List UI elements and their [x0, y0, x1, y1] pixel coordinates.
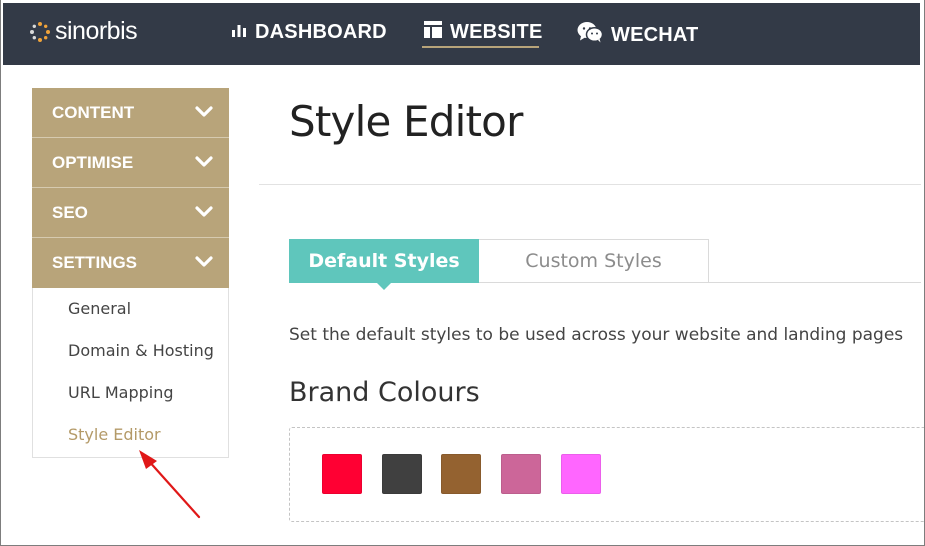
- nav-website-label: WEBSITE: [450, 21, 543, 43]
- sinorbis-logo-icon: [30, 21, 50, 42]
- tab-default-styles[interactable]: Default Styles: [289, 239, 479, 283]
- nav-wechat-label: WECHAT: [611, 23, 699, 46]
- sidebar-section-label: SEO: [52, 202, 88, 222]
- page-title: Style Editor: [289, 97, 523, 146]
- sidebar-item-url-mapping[interactable]: URL Mapping: [33, 380, 228, 422]
- settings-submenu: General Domain & Hosting URL Mapping Sty…: [32, 288, 229, 458]
- tab-custom-styles[interactable]: Custom Styles: [479, 239, 709, 282]
- logo[interactable]: sinorbis: [29, 17, 138, 46]
- nav-active-underline: [422, 46, 539, 48]
- title-divider: [259, 184, 921, 185]
- nav-wechat[interactable]: WECHAT: [577, 21, 698, 49]
- layout-icon: [424, 21, 442, 44]
- chevron-down-icon: [195, 253, 213, 273]
- sidebar-item-style-editor[interactable]: Style Editor: [33, 422, 228, 464]
- active-tab-pointer: [377, 283, 391, 290]
- sidebar-section-label: CONTENT: [52, 102, 135, 122]
- nav-website[interactable]: WEBSITE: [424, 21, 543, 44]
- chevron-down-icon: [195, 203, 213, 223]
- sidebar-section-label: SETTINGS: [52, 253, 138, 272]
- sidebar-section-seo[interactable]: SEO: [32, 188, 229, 238]
- brand-colours-panel: [289, 427, 925, 522]
- wechat-icon: [577, 21, 604, 49]
- sidebar: CONTENT OPTIMISE SEO SETTINGS General Do…: [32, 88, 229, 458]
- sidebar-section-content[interactable]: CONTENT: [32, 88, 229, 138]
- top-navigation-bar: sinorbis DASHBOARD WEBSITE WECHAT: [3, 3, 920, 65]
- bar-chart-icon: [231, 21, 247, 44]
- colour-swatch[interactable]: [501, 454, 541, 494]
- brand-colours-heading: Brand Colours: [289, 377, 480, 408]
- chevron-down-icon: [195, 153, 213, 173]
- colour-swatch[interactable]: [441, 454, 481, 494]
- colour-swatch[interactable]: [322, 454, 362, 494]
- sidebar-item-general[interactable]: General: [33, 296, 228, 338]
- sidebar-section-settings[interactable]: SETTINGS: [32, 238, 229, 288]
- page-description: Set the default styles to be used across…: [289, 325, 904, 345]
- colour-swatch[interactable]: [561, 454, 601, 494]
- logo-text: sinorbis: [55, 17, 138, 45]
- nav-dashboard-label: DASHBOARD: [255, 21, 387, 43]
- sidebar-section-label: OPTIMISE: [52, 152, 134, 172]
- nav-dashboard[interactable]: DASHBOARD: [231, 21, 387, 44]
- colour-swatch[interactable]: [382, 454, 422, 494]
- sidebar-section-optimise[interactable]: OPTIMISE: [32, 138, 229, 188]
- chevron-down-icon: [195, 103, 213, 123]
- sidebar-item-domain-hosting[interactable]: Domain & Hosting: [33, 338, 228, 380]
